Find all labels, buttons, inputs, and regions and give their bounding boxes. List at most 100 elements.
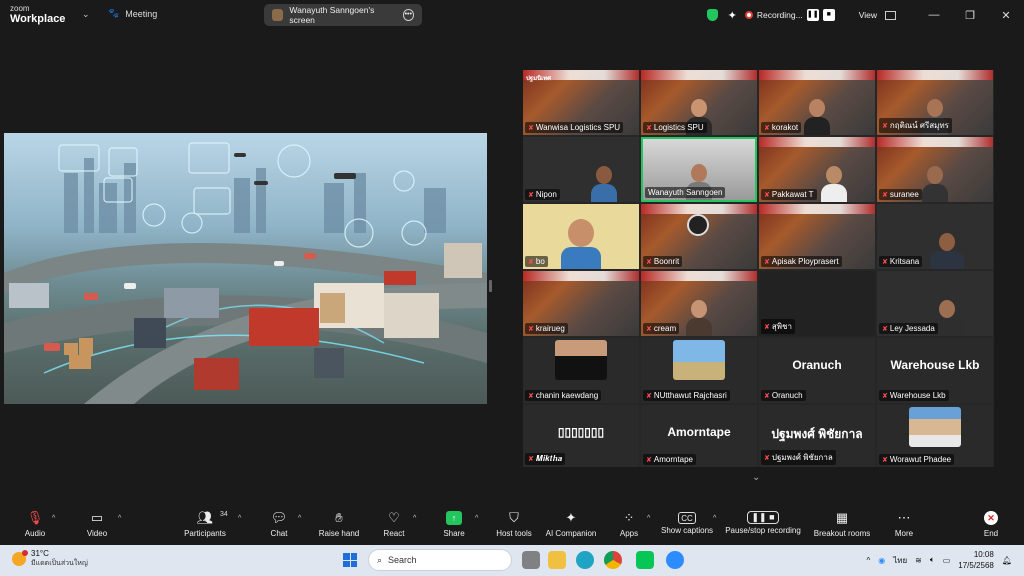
participant-tile[interactable]: ✘ Apisak Ploypraser​t [759, 204, 875, 269]
more-options-icon[interactable]: ••• [402, 9, 414, 21]
audio-options-caret-icon[interactable]: ^ [52, 515, 55, 522]
share-options-caret-icon[interactable]: ^ [475, 515, 478, 522]
mic-muted-icon: ✘ [528, 325, 534, 333]
participant-display-name: Oranuch [792, 358, 842, 372]
participant-tile[interactable]: ✘ Pakkawat T [759, 137, 875, 202]
participant-tile[interactable]: ✘ chanin kaewdang [523, 338, 639, 403]
battery-icon[interactable]: ▭ [943, 556, 951, 565]
mic-muted-icon: ✘ [528, 392, 534, 400]
participants-count: 34 [220, 511, 228, 518]
logistics-illustration [4, 142, 487, 404]
mic-muted-icon: ✘ [528, 258, 534, 266]
apps-grid-icon: ⁘ [623, 510, 635, 525]
file-explorer-icon[interactable] [548, 551, 566, 569]
apps-options-caret-icon[interactable]: ^ [647, 515, 650, 522]
participant-tile-active-speaker[interactable]: Wanayuth Sanngoen [641, 137, 757, 202]
wifi-icon[interactable]: ≋ [915, 556, 922, 565]
taskbar-search[interactable]: ⌕ Search [368, 549, 512, 571]
notifications-bell-icon[interactable]: 🔔︎ [1002, 556, 1012, 565]
participant-display-name: Warehouse Lkb [890, 358, 980, 372]
participant-tile[interactable]: ✘ korakot [759, 70, 875, 135]
close-button[interactable]: ✕ [988, 9, 1024, 22]
chat-options-caret-icon[interactable]: ^ [298, 515, 301, 522]
screen-label: Wanayuth Sanngoen's screen [289, 5, 375, 25]
participant-tile[interactable]: Warehouse Lkb ✘ Warehouse Lkb [877, 338, 993, 403]
security-shield-icon[interactable] [706, 9, 718, 21]
ai-sparkle-icon: ✦ [565, 510, 577, 525]
react-options-caret-icon[interactable]: ^ [413, 515, 416, 522]
participant-tile[interactable]: ✘ suranee [877, 137, 993, 202]
video-button[interactable]: ▭ Video [62, 509, 132, 538]
participant-tile[interactable]: ปฐมนิเทศ ✘ Wanwisa Logistics SPU [523, 70, 639, 135]
participant-tile[interactable]: ✘ krairueg [523, 271, 639, 336]
breakout-grid-icon: ▦ [835, 510, 849, 525]
speaker-icon[interactable]: 🔈︎ [930, 555, 935, 565]
participant-name: Apisak Ploypraser​t [771, 257, 839, 266]
participants-button[interactable]: 👥︎ Participants 34 [170, 509, 240, 538]
participant-tile[interactable]: ✘ สุพิชา [759, 271, 875, 336]
participant-name: Logistics SPU [653, 123, 704, 132]
show-captions-button[interactable]: CC Show captions [652, 509, 722, 535]
participant-name: Kritsana [889, 257, 920, 266]
temperature: 31°C [31, 549, 49, 558]
participant-tile[interactable]: Amorntape ✘ Amorntape [641, 405, 757, 467]
tray-chevron-icon[interactable]: ^ [866, 556, 870, 565]
line-app-icon[interactable] [636, 551, 654, 569]
participant-tile[interactable]: ✘ NUtthawut Rajchasri [641, 338, 757, 403]
captions-options-caret-icon[interactable]: ^ [713, 515, 716, 522]
stop-recording-button[interactable]: ■ [822, 9, 835, 21]
restore-button[interactable]: ❐ [952, 9, 988, 22]
pause-recording-button[interactable]: ❚❚ [806, 9, 819, 21]
end-meeting-button[interactable]: ✕ End [956, 509, 1024, 538]
ai-sparkle-icon[interactable]: ✦ [728, 9, 737, 22]
mic-muted-icon: ✘ [646, 258, 652, 266]
view-grid-icon[interactable] [885, 10, 896, 20]
weather-widget[interactable]: 31°C มีแดดเป็นส่วนใหญ่ [12, 549, 88, 569]
participants-options-caret-icon[interactable]: ^ [238, 515, 241, 522]
heart-icon: ♡ [388, 510, 400, 525]
edge-browser-icon[interactable] [576, 551, 594, 569]
participant-tile[interactable]: ✘ Worawut Phadee [877, 405, 993, 467]
breakout-rooms-button[interactable]: ▦ Breakout rooms [807, 509, 877, 538]
participant-tile[interactable]: ✘ cream [641, 271, 757, 336]
chevron-down-icon[interactable]: ⌄ [82, 9, 90, 20]
participant-tile[interactable]: ✘ Ley Jessada [877, 271, 993, 336]
chrome-browser-icon[interactable] [604, 551, 622, 569]
windows-start-icon[interactable] [343, 553, 357, 567]
language-indicator[interactable]: ไทย [893, 554, 907, 567]
clock[interactable]: 10:08 17/5/2568 [958, 549, 994, 571]
participant-tile[interactable]: ✘ Boonrit [641, 204, 757, 269]
participant-tile[interactable]: ปฐมพงศ์ พิชัยกาล ✘ ปฐมพงศ์ พิชัยกาล [759, 405, 875, 467]
video-options-caret-icon[interactable]: ^ [118, 515, 121, 522]
participant-tile[interactable]: ✘ Nipon [523, 137, 639, 202]
participant-name: suranee [889, 190, 919, 199]
participant-tile[interactable]: ✘ กฤติณน์ ศรีสมุทร [877, 70, 993, 135]
participant-name: bo [535, 257, 545, 266]
shared-screen-pill[interactable]: Wanayuth Sanngoen's screen ••• [264, 4, 422, 26]
participant-tile[interactable]: ▯▯▯▯▯▯▯ ✘ 𝑴𝒊𝒌𝒕𝒉𝒂 [523, 405, 639, 467]
mic-muted-icon: ✘ [646, 325, 652, 333]
search-placeholder: Search [388, 555, 417, 565]
task-view-icon[interactable] [522, 551, 540, 569]
participant-video [821, 166, 848, 202]
view-button[interactable]: View [859, 10, 877, 20]
participant-tile[interactable]: ✘ bo [523, 204, 639, 269]
minimize-button[interactable]: — [916, 9, 952, 21]
more-button[interactable]: ⋯ More [869, 509, 939, 538]
mic-muted-icon: 🎙︎ [26, 510, 44, 525]
meeting-menu[interactable]: 🐾 Meeting [108, 8, 157, 19]
participant-tile[interactable]: ✘ Kritsana [877, 204, 993, 269]
pause-stop-icon: ❚❚ ■ [747, 511, 779, 524]
resize-handle[interactable] [489, 280, 492, 292]
participant-name: NUtthawut Rajchasri [653, 391, 727, 400]
gallery-next-page-icon[interactable]: ⌄ [752, 472, 760, 483]
zoom-tray-icon[interactable]: ◉ [878, 556, 885, 565]
zoom-app-icon[interactable] [666, 551, 684, 569]
mic-muted-icon: ✘ [528, 456, 534, 463]
participant-tile[interactable]: Oranuch ✘ Oranuch [759, 338, 875, 403]
participant-name: Pakkawat T [771, 190, 814, 199]
audio-button[interactable]: 🎙︎ Audio [0, 509, 70, 538]
pause-stop-recording-button[interactable]: ❚❚ ■ Pause/stop recording [718, 509, 808, 535]
participant-tile[interactable]: ✘ Logistics SPU [641, 70, 757, 135]
participant-video [922, 166, 948, 202]
